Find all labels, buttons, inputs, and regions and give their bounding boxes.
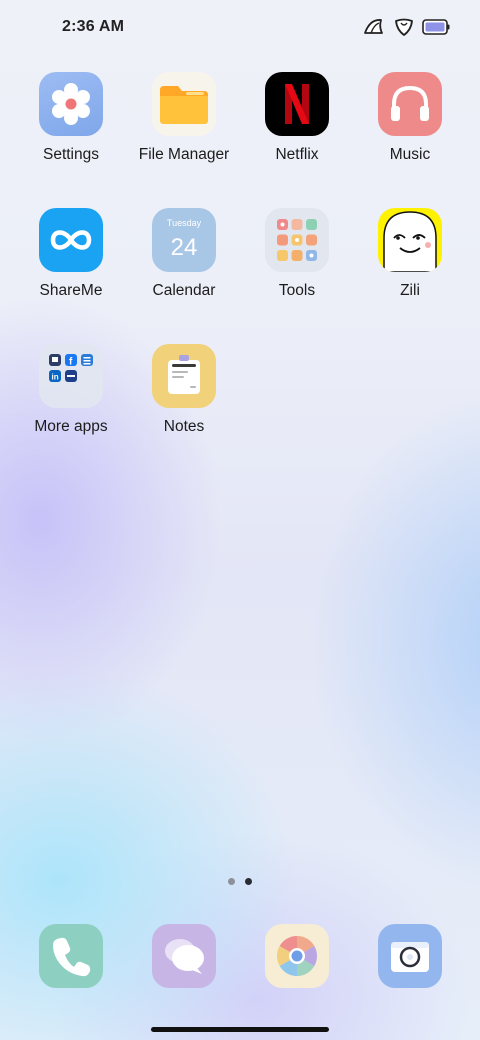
app-more-apps-folder[interactable]: f in More apps (15, 344, 127, 436)
notes-icon (152, 344, 216, 408)
status-icons (362, 17, 450, 37)
app-label: Settings (42, 146, 99, 163)
zili-face-icon (378, 208, 442, 272)
dock-phone[interactable] (39, 924, 103, 988)
app-file-manager[interactable]: File Manager (128, 72, 240, 164)
app-notes[interactable]: Notes (128, 344, 240, 436)
browser-icon (265, 936, 329, 988)
settings-icon (39, 72, 103, 136)
app-netflix[interactable]: Netflix (241, 72, 353, 164)
notification-icon (362, 17, 386, 37)
app-tools-folder[interactable]: Tools (241, 208, 353, 300)
svg-text:in: in (52, 373, 59, 382)
page-indicator[interactable] (228, 878, 252, 885)
calendar-icon: Tuesday 24 (152, 208, 216, 272)
headphones-icon (378, 72, 442, 136)
app-label: Netflix (275, 146, 319, 163)
folder-grid-icon (265, 208, 329, 272)
app-label: Tools (278, 282, 316, 299)
app-label: ShareMe (39, 282, 103, 299)
app-label: Zili (400, 282, 420, 299)
netflix-icon (265, 72, 329, 136)
dock-browser[interactable] (265, 924, 329, 988)
app-label: Calendar (152, 282, 216, 299)
folder-grid-icon: f in (39, 344, 103, 408)
shield-icon (394, 17, 414, 37)
app-label: Music (389, 146, 431, 163)
battery-icon (422, 18, 450, 36)
phone-icon (39, 937, 103, 988)
calendar-day: 24 (170, 234, 198, 261)
chat-icon (152, 939, 216, 988)
camera-icon (378, 942, 442, 988)
folder-icon (152, 72, 216, 136)
dock-messages[interactable] (152, 924, 216, 988)
app-label: File Manager (138, 146, 230, 163)
app-zili[interactable]: Zili (354, 208, 466, 300)
calendar-weekday: Tuesday (166, 218, 202, 228)
dock-camera[interactable] (378, 924, 442, 988)
page-dot-active[interactable] (245, 878, 252, 885)
app-shareme[interactable]: ShareMe (15, 208, 127, 300)
app-label: Notes (163, 418, 205, 435)
app-settings[interactable]: Settings (15, 72, 127, 164)
status-time: 2:36 AM (62, 18, 125, 35)
app-calendar[interactable]: Tuesday 24 Calendar (128, 208, 240, 300)
home-indicator[interactable] (151, 1027, 329, 1032)
app-music[interactable]: Music (354, 72, 466, 164)
infinity-icon (39, 208, 103, 272)
app-label: More apps (34, 418, 108, 435)
page-dot[interactable] (228, 878, 235, 885)
status-bar: 2:36 AM (0, 0, 480, 56)
